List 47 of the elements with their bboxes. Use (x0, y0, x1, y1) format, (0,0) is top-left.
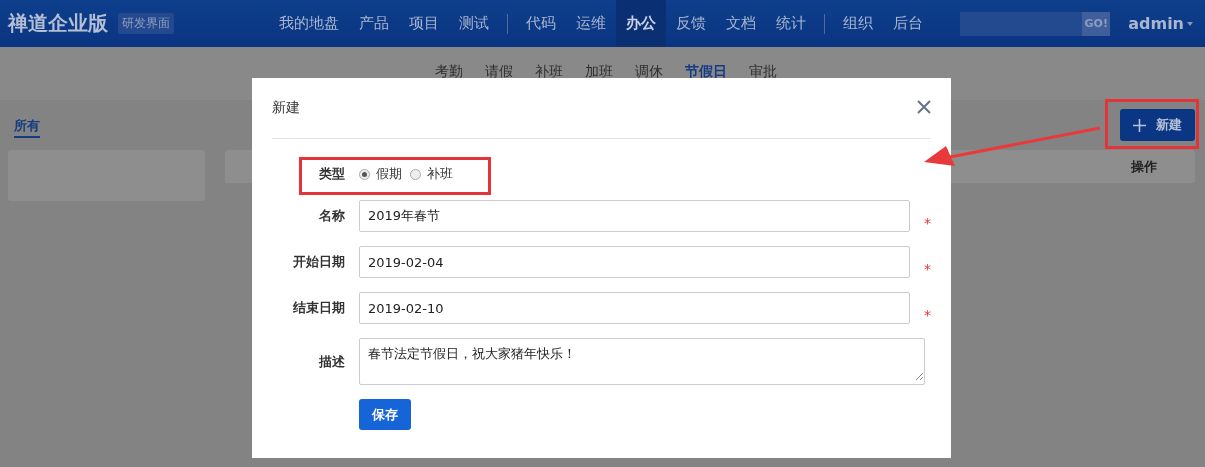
subnav-tab[interactable]: 考勤 (434, 63, 463, 81)
resize-grip-icon[interactable] (915, 372, 923, 380)
nav-item[interactable]: 办公 (616, 0, 666, 47)
filter-tab[interactable]: 所有 (14, 118, 40, 138)
close-icon[interactable] (917, 99, 931, 114)
subnav-tab[interactable]: 加班 (584, 63, 613, 81)
nav-item[interactable]: 反馈 (666, 0, 716, 47)
interface-label: 研发界面 (118, 13, 174, 34)
subnav-tab[interactable]: 调休 (634, 63, 663, 81)
dialog-title: 新建 (272, 99, 300, 117)
subnav-tab[interactable]: 请假 (484, 63, 513, 81)
user-menu[interactable]: admin (1128, 14, 1193, 33)
column-header: 操作 (1131, 157, 1157, 176)
subnav-tab[interactable]: 审批 (748, 63, 777, 81)
nav-item[interactable]: 产品 (349, 0, 399, 47)
field-label: 类型 (318, 165, 345, 183)
nav-item[interactable]: 统计 (766, 0, 816, 47)
field-label: 名称 (318, 207, 345, 225)
nav-item[interactable]: 我的地盘 (269, 0, 349, 47)
required-mark: * (924, 215, 932, 231)
nav-item[interactable]: 组织 (833, 0, 883, 47)
field-label: 描述 (318, 352, 345, 371)
save-button[interactable]: 保存 (359, 399, 411, 430)
field-label: 开始日期 (292, 253, 345, 271)
caret-icon (1187, 21, 1193, 26)
required-mark: * (924, 261, 932, 277)
nav-item[interactable]: 后台 (883, 0, 933, 47)
nav-item[interactable]: 项目 (399, 0, 449, 47)
radio-option[interactable]: 假期 (359, 165, 402, 183)
nav-item[interactable]: 运维 (566, 0, 616, 47)
required-mark: * (924, 307, 932, 323)
nav-item[interactable]: 文档 (716, 0, 766, 47)
radio-icon[interactable] (359, 168, 370, 180)
nav-item[interactable]: 代码 (516, 0, 566, 47)
brand-logo: 禅道企业版 (8, 10, 108, 37)
input-field[interactable]: 2019年春节 (359, 200, 910, 232)
subnav-tab[interactable]: 节假日 (684, 63, 727, 81)
plus-icon (1133, 118, 1146, 132)
input-field[interactable]: 2019-02-10 (359, 292, 910, 324)
new-button[interactable]: 新建 (1120, 109, 1195, 141)
subnav-tab[interactable]: 补班 (534, 63, 563, 81)
radio-icon[interactable] (410, 168, 421, 180)
nav-item[interactable]: 测试 (449, 0, 499, 47)
text-area[interactable]: 春节法定节假日，祝大家猪年快乐！ (359, 338, 925, 385)
radio-option[interactable]: 补班 (410, 165, 453, 183)
field-label: 结束日期 (292, 299, 345, 317)
input-field[interactable]: 2019-02-04 (359, 246, 910, 278)
